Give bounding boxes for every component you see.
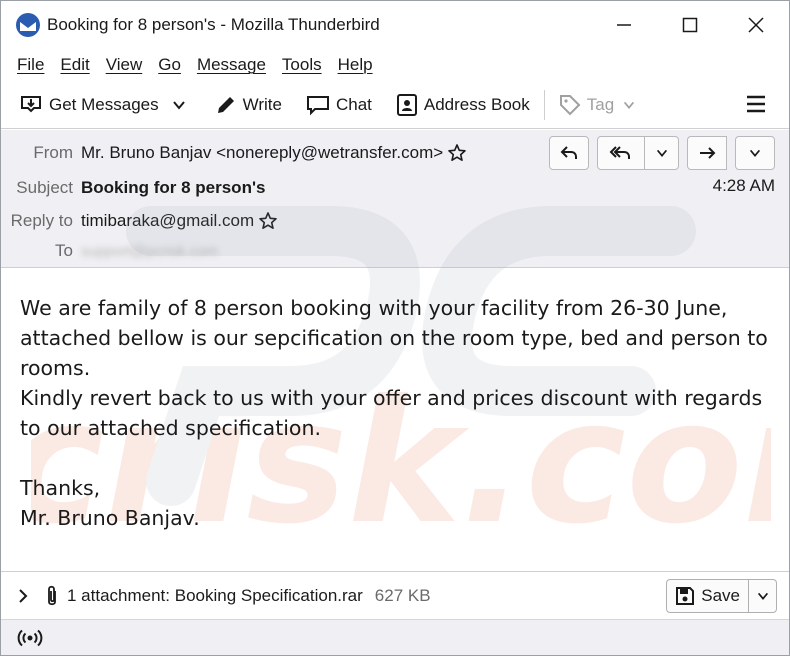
tag-button[interactable]: Tag bbox=[551, 87, 650, 123]
message-time: 4:28 AM bbox=[712, 176, 775, 195]
app-menu-icon[interactable] bbox=[745, 93, 767, 115]
subject-label: Subject bbox=[16, 178, 73, 197]
maximize-icon bbox=[682, 17, 698, 33]
chevron-down-icon bbox=[624, 101, 635, 109]
menu-help[interactable]: Help bbox=[330, 55, 381, 75]
to-value-redacted[interactable]: support@pcrisk.com bbox=[81, 243, 218, 260]
chat-icon bbox=[306, 95, 329, 115]
get-messages-button[interactable]: Get Messages bbox=[11, 87, 167, 123]
from-value[interactable]: Mr. Bruno Banjav <nonereply@wetransfer.c… bbox=[81, 143, 443, 163]
star-icon[interactable] bbox=[447, 143, 467, 163]
window-title: Booking for 8 person's - Mozilla Thunder… bbox=[47, 15, 380, 34]
menu-file[interactable]: File bbox=[9, 55, 52, 75]
toolbar-separator bbox=[543, 89, 545, 120]
reply-to-value[interactable]: timibaraka@gmail.com bbox=[81, 211, 254, 231]
from-row: From Mr. Bruno Banjav <nonereply@wetrans… bbox=[1, 138, 467, 168]
thunderbird-window: Booking for 8 person's - Mozilla Thunder… bbox=[0, 0, 790, 656]
subject-value: Booking for 8 person's bbox=[81, 178, 266, 197]
header-action-buttons bbox=[549, 136, 775, 170]
address-book-button[interactable]: Address Book bbox=[388, 87, 538, 123]
reply-to-label: Reply to bbox=[10, 211, 73, 230]
menu-tools[interactable]: Tools bbox=[274, 55, 330, 75]
reply-icon bbox=[560, 146, 577, 159]
star-icon[interactable] bbox=[258, 211, 278, 231]
reply-to-row: Reply to timibaraka@gmail.com bbox=[1, 206, 278, 236]
save-label: Save bbox=[701, 586, 740, 605]
tag-icon bbox=[559, 94, 581, 115]
save-dropdown[interactable] bbox=[749, 579, 777, 613]
attachment-size: 627 KB bbox=[374, 585, 431, 605]
message-header: From Mr. Bruno Banjav <nonereply@wetrans… bbox=[1, 130, 789, 268]
close-button[interactable] bbox=[723, 1, 789, 49]
address-book-icon bbox=[396, 93, 417, 116]
to-label: To bbox=[55, 241, 73, 260]
chat-label: Chat bbox=[335, 94, 372, 114]
chat-button[interactable]: Chat bbox=[298, 87, 380, 123]
save-icon bbox=[676, 587, 695, 605]
menu-go[interactable]: Go bbox=[150, 55, 189, 75]
menu-view[interactable]: View bbox=[98, 55, 151, 75]
chevron-down-icon bbox=[172, 100, 185, 110]
pencil-icon bbox=[217, 96, 234, 113]
reply-all-button[interactable] bbox=[597, 136, 645, 170]
reply-all-icon bbox=[609, 146, 630, 159]
write-button[interactable]: Write bbox=[207, 87, 290, 123]
tag-label: Tag bbox=[586, 94, 615, 114]
get-messages-label: Get Messages bbox=[49, 94, 159, 114]
title-bar: Booking for 8 person's - Mozilla Thunder… bbox=[1, 1, 789, 49]
minimize-button[interactable] bbox=[591, 1, 657, 49]
online-status-icon[interactable] bbox=[17, 629, 43, 647]
forward-button[interactable] bbox=[687, 136, 727, 170]
write-label: Write bbox=[242, 94, 282, 114]
status-bar bbox=[1, 619, 789, 655]
minimize-icon bbox=[617, 24, 631, 26]
inbox-download-icon bbox=[21, 95, 41, 112]
chevron-down-icon bbox=[656, 149, 667, 157]
menu-message[interactable]: Message bbox=[189, 55, 274, 75]
more-button[interactable] bbox=[735, 136, 775, 170]
attachment-label[interactable]: 1 attachment: Booking Specification.rar bbox=[67, 586, 363, 606]
address-book-label: Address Book bbox=[423, 94, 530, 114]
to-row: To support@pcrisk.com bbox=[1, 236, 218, 266]
menu-bar: File Edit View Go Message Tools Help bbox=[1, 49, 789, 81]
reply-button[interactable] bbox=[549, 136, 589, 170]
subject-row: Subject Booking for 8 person's bbox=[1, 173, 265, 203]
chevron-down-icon bbox=[749, 149, 761, 157]
attachment-bar: 1 attachment: Booking Specification.rar … bbox=[1, 571, 789, 619]
from-label: From bbox=[33, 143, 73, 162]
get-messages-dropdown[interactable] bbox=[167, 87, 197, 123]
close-icon bbox=[748, 17, 764, 33]
paperclip-icon bbox=[48, 585, 56, 605]
thunderbird-icon bbox=[16, 13, 40, 37]
menu-edit[interactable]: Edit bbox=[52, 55, 97, 75]
chevron-right-icon[interactable] bbox=[17, 588, 29, 604]
forward-icon bbox=[700, 147, 716, 159]
main-toolbar: Get Messages Write Chat Address Book Tag bbox=[1, 81, 789, 129]
save-button[interactable]: Save bbox=[666, 579, 749, 613]
message-body: We are family of 8 person booking with y… bbox=[20, 296, 768, 530]
chevron-down-icon bbox=[757, 592, 768, 600]
maximize-button[interactable] bbox=[657, 1, 723, 49]
reply-all-dropdown[interactable] bbox=[645, 136, 679, 170]
